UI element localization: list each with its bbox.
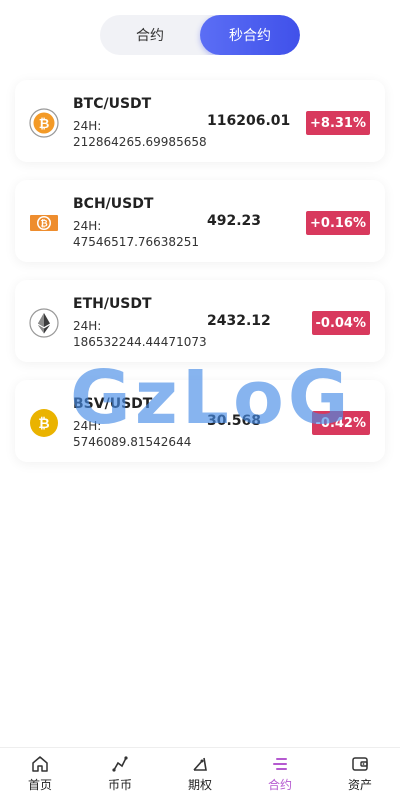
market-card-bch[interactable]: ₿ BCH/USDT 24H: 47546517.76638251 492.23…	[15, 180, 385, 262]
volume-label: 24H:	[73, 319, 102, 333]
contract-type-tabs: 合约 秒合约	[100, 15, 300, 55]
tab-second-contract[interactable]: 秒合约	[200, 15, 300, 55]
eth-icon	[29, 308, 59, 338]
volume-value: 47546517.76638251	[73, 235, 199, 249]
options-icon	[193, 757, 207, 771]
market-list: ₿ BTC/USDT 24H: 212864265.69985658 11620…	[15, 80, 385, 480]
nav-item-options[interactable]: 期权	[160, 748, 240, 800]
market-card-eth[interactable]: ETH/USDT 24H: 186532244.44471073 2432.12…	[15, 280, 385, 362]
price: 116206.01	[207, 113, 291, 129]
nav-item-coin-trade[interactable]: 币币	[80, 748, 160, 800]
volume-label: 24H:	[73, 419, 102, 433]
nav-item-assets[interactable]: 资产	[320, 748, 400, 800]
svg-text:₿: ₿	[40, 219, 47, 230]
contract-icon	[273, 758, 287, 770]
nav-item-home[interactable]: 首页	[0, 748, 80, 800]
tab-contract[interactable]: 合约	[100, 15, 200, 55]
nav-item-contract[interactable]: 合约	[240, 748, 320, 800]
nav-label: 期权	[187, 778, 212, 792]
nav-label: 首页	[27, 778, 52, 792]
wallet-icon	[352, 757, 368, 771]
market-card-btc[interactable]: ₿ BTC/USDT 24H: 212864265.69985658 11620…	[15, 80, 385, 162]
svg-text:₿: ₿	[39, 117, 50, 132]
pair-name: ETH/USDT	[73, 296, 152, 312]
change-badge: +8.31%	[306, 111, 370, 135]
volume-value: 5746089.81542644	[73, 435, 192, 449]
coin-trade-icon	[112, 756, 128, 772]
pair-name: BSV/USDT	[73, 396, 153, 412]
home-icon	[32, 756, 48, 772]
price: 2432.12	[207, 313, 271, 329]
nav-label: 合约	[267, 778, 292, 792]
volume-label: 24H:	[73, 219, 102, 233]
volume-value: 212864265.69985658	[73, 135, 207, 149]
bch-icon: ₿	[30, 215, 58, 231]
bsv-icon: ₿	[30, 409, 58, 437]
pair-name: BTC/USDT	[73, 96, 152, 112]
change-badge: -0.42%	[311, 411, 370, 435]
market-card-bsv[interactable]: ₿ BSV/USDT 24H: 5746089.81542644 30.568 …	[15, 380, 385, 462]
volume-value: 186532244.44471073	[73, 335, 207, 349]
price: 30.568	[207, 413, 262, 429]
change-badge: -0.04%	[311, 311, 370, 335]
change-badge: +0.16%	[306, 211, 370, 235]
pair-name: BCH/USDT	[73, 196, 154, 212]
svg-text:₿: ₿	[38, 416, 49, 432]
volume-label: 24H:	[73, 119, 102, 133]
bottom-nav: 首页 币币 期权 合约 资产	[0, 747, 400, 800]
nav-label: 币币	[107, 778, 132, 792]
btc-icon: ₿	[29, 108, 59, 138]
nav-label: 资产	[347, 778, 372, 792]
price: 492.23	[207, 213, 262, 229]
